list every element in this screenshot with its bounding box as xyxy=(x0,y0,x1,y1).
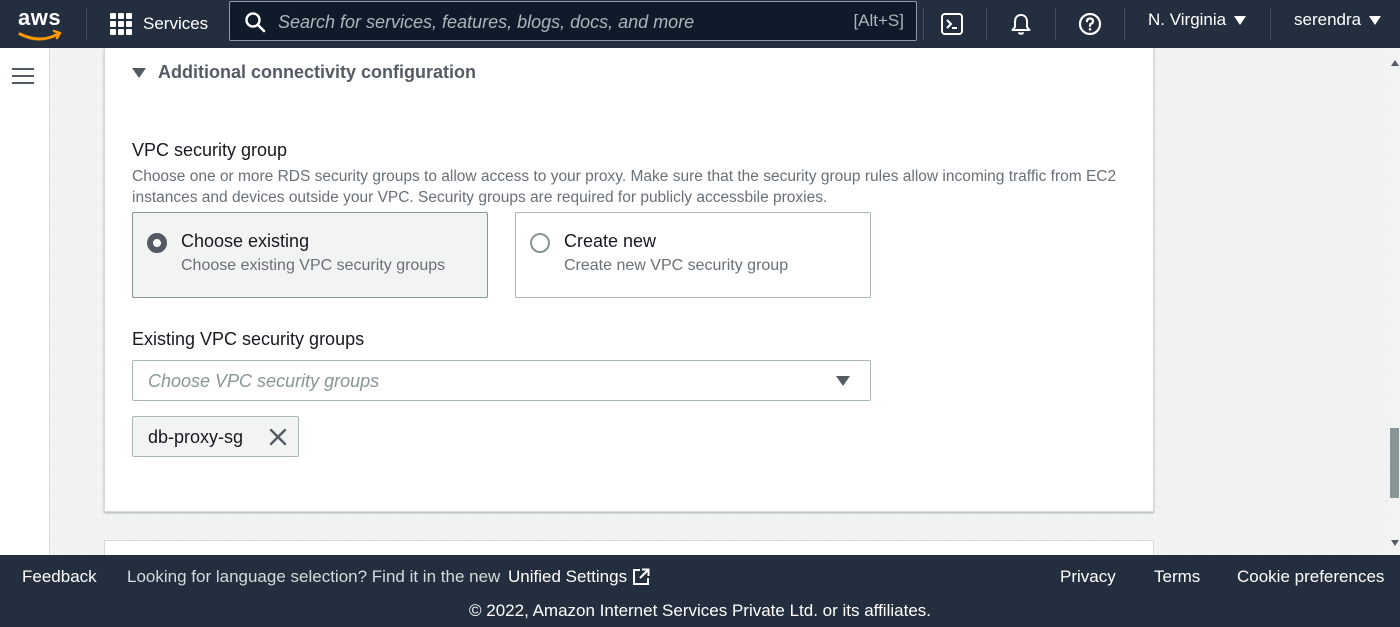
username-label: serendra xyxy=(1294,10,1362,29)
close-icon[interactable] xyxy=(268,427,288,447)
feedback-link[interactable]: Feedback xyxy=(22,567,97,587)
main-content: Additional connectivity configuration VP… xyxy=(51,48,1389,560)
bell-icon xyxy=(1011,14,1031,35)
side-navigation-rail xyxy=(0,48,50,555)
grid-icon xyxy=(110,13,132,35)
search-icon xyxy=(245,12,266,33)
search-shortcut-hint: [Alt+S] xyxy=(853,11,904,30)
help-button[interactable] xyxy=(1075,9,1105,39)
privacy-link[interactable]: Privacy xyxy=(1060,567,1116,587)
selected-token: db-proxy-sg xyxy=(132,416,299,457)
region-label: N. Virginia xyxy=(1148,10,1227,29)
unified-settings-label: Unified Settings xyxy=(508,567,628,586)
nav-divider xyxy=(1270,8,1271,40)
token-label: db-proxy-sg xyxy=(148,427,244,447)
nav-divider xyxy=(1124,8,1125,40)
account-menu[interactable]: serendra xyxy=(1294,10,1382,30)
external-link-icon xyxy=(633,568,650,585)
radio-title: Create new xyxy=(564,231,657,251)
scroll-thumb[interactable] xyxy=(1390,428,1399,498)
caret-down-icon xyxy=(836,376,850,386)
vpc-security-group-description: Choose one or more RDS security groups t… xyxy=(132,168,1117,206)
nav-divider xyxy=(1055,8,1056,40)
radio-button-selected[interactable] xyxy=(147,233,167,253)
copyright-text: © 2022, Amazon Internet Services Private… xyxy=(469,601,931,620)
aws-logo[interactable]: aws xyxy=(14,4,70,44)
cookie-preferences-link[interactable]: Cookie preferences xyxy=(1237,567,1384,587)
scroll-up-icon[interactable] xyxy=(1391,60,1399,66)
nav-divider xyxy=(86,8,87,40)
aws-smile-icon xyxy=(18,29,62,41)
nav-divider xyxy=(923,8,924,40)
security-groups-select[interactable]: Choose VPC security groups xyxy=(132,360,871,401)
cloudshell-button[interactable] xyxy=(937,9,967,39)
region-selector[interactable]: N. Virginia xyxy=(1148,10,1247,30)
footer: Feedback Looking for language selection?… xyxy=(0,555,1400,627)
connectivity-panel: Additional connectivity configuration VP… xyxy=(104,48,1154,512)
radio-button[interactable] xyxy=(530,233,550,253)
terms-link[interactable]: Terms xyxy=(1154,567,1200,587)
caret-down-icon xyxy=(132,67,146,78)
global-search[interactable]: [Alt+S] xyxy=(229,1,917,41)
radio-choose-existing[interactable]: Choose existing Choose existing VPC secu… xyxy=(132,212,488,298)
search-input[interactable] xyxy=(278,8,798,36)
unified-settings-link[interactable]: Unified Settings xyxy=(508,567,650,587)
radio-subtitle: Choose existing VPC security groups xyxy=(181,257,446,274)
chevron-down-icon xyxy=(1369,15,1382,25)
top-navigation: aws Services [Alt+S] xyxy=(0,0,1400,48)
scroll-down-icon[interactable] xyxy=(1391,540,1399,546)
chevron-down-icon xyxy=(1234,15,1247,25)
nav-divider xyxy=(986,8,987,40)
existing-groups-label: Existing VPC security groups xyxy=(132,329,365,349)
radio-subtitle: Create new VPC security group xyxy=(564,257,789,274)
radio-title: Choose existing xyxy=(181,231,310,251)
services-menu-button[interactable]: Services xyxy=(110,8,208,40)
radio-create-new[interactable]: Create new Create new VPC security group xyxy=(515,212,871,298)
cloudshell-icon xyxy=(941,13,963,35)
vpc-security-group-label: VPC security group xyxy=(132,140,288,160)
notifications-button[interactable] xyxy=(1006,9,1036,39)
language-hint-text: Looking for language selection? Find it … xyxy=(127,567,501,586)
select-placeholder: Choose VPC security groups xyxy=(148,371,380,391)
help-icon xyxy=(1078,12,1102,36)
services-label: Services xyxy=(143,14,209,33)
menu-icon[interactable] xyxy=(12,68,34,86)
page-scrollbar[interactable] xyxy=(1389,48,1400,555)
expandable-section-header[interactable]: Additional connectivity configuration xyxy=(132,62,476,83)
section-title: Additional connectivity configuration xyxy=(158,62,477,82)
